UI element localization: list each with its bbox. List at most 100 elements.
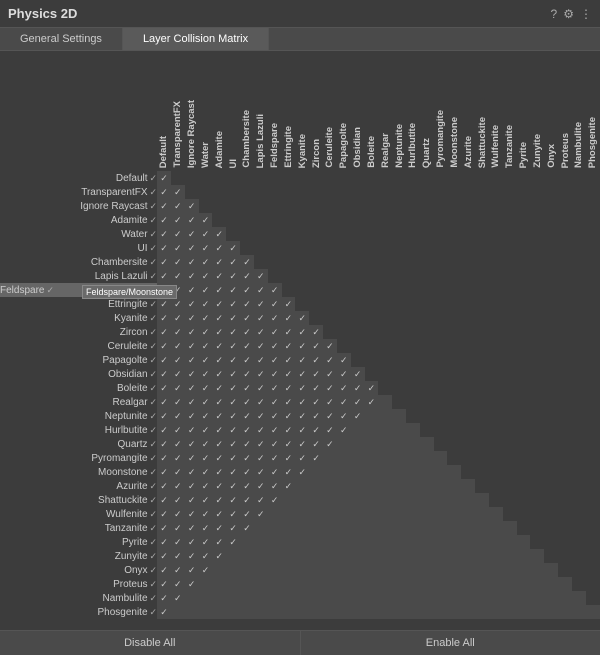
cell-28-2[interactable] [185,563,199,577]
cell-28-3[interactable] [199,563,213,577]
cell-21-1[interactable] [171,465,185,479]
cell-27-8[interactable] [268,549,282,563]
cell-28-27[interactable] [530,563,544,577]
cell-11-4[interactable] [212,325,226,339]
cell-19-2[interactable] [185,437,199,451]
cell-15-9[interactable] [282,381,296,395]
cell-21-19[interactable] [420,465,434,479]
cell-22-5[interactable] [226,479,240,493]
cell-25-19[interactable] [420,521,434,535]
cell-21-15[interactable] [365,465,379,479]
cell-2-1[interactable] [171,199,185,213]
cell-29-23[interactable] [475,577,489,591]
disable-all-button[interactable]: Disable All [0,631,301,655]
cell-12-5[interactable] [226,339,240,353]
cell-21-20[interactable] [434,465,448,479]
cell-31-4[interactable] [212,605,226,619]
cell-11-9[interactable] [282,325,296,339]
cell-19-10[interactable] [295,437,309,451]
cell-24-23[interactable] [475,507,489,521]
cell-14-10[interactable] [295,367,309,381]
cell-26-16[interactable] [378,535,392,549]
cell-23-19[interactable] [420,493,434,507]
cell-15-13[interactable] [337,381,351,395]
cell-20-18[interactable] [406,451,420,465]
cell-15-5[interactable] [226,381,240,395]
cell-28-8[interactable] [268,563,282,577]
cell-19-4[interactable] [212,437,226,451]
row-toggle-30[interactable]: ✓ [150,593,158,603]
cell-20-6[interactable] [240,451,254,465]
cell-10-10[interactable] [295,311,309,325]
cell-15-15[interactable] [365,381,379,395]
cell-24-14[interactable] [351,507,365,521]
cell-11-8[interactable] [268,325,282,339]
cell-7-4[interactable] [212,269,226,283]
cell-26-8[interactable] [268,535,282,549]
cell-24-4[interactable] [212,507,226,521]
cell-23-22[interactable] [461,493,475,507]
cell-28-25[interactable] [503,563,517,577]
cell-26-11[interactable] [309,535,323,549]
cell-30-28[interactable] [544,591,558,605]
cell-22-12[interactable] [323,479,337,493]
cell-10-4[interactable] [212,311,226,325]
cell-21-11[interactable] [309,465,323,479]
cell-23-12[interactable] [323,493,337,507]
cell-25-11[interactable] [309,521,323,535]
row-toggle-2[interactable]: ✓ [150,201,158,211]
cell-29-20[interactable] [434,577,448,591]
cell-18-17[interactable] [392,423,406,437]
cell-30-10[interactable] [295,591,309,605]
cell-22-7[interactable] [254,479,268,493]
cell-16-7[interactable] [254,395,268,409]
cell-18-7[interactable] [254,423,268,437]
cell-28-0[interactable] [157,563,171,577]
settings-icon[interactable]: ⚙ [563,7,574,21]
cell-31-6[interactable] [240,605,254,619]
cell-25-1[interactable] [171,521,185,535]
cell-31-0[interactable] [157,605,171,619]
cell-30-17[interactable] [392,591,406,605]
cell-15-4[interactable] [212,381,226,395]
cell-24-22[interactable] [461,507,475,521]
cell-10-9[interactable] [282,311,296,325]
row-toggle-15[interactable]: ✓ [150,383,158,393]
cell-21-8[interactable] [268,465,282,479]
cell-28-16[interactable] [378,563,392,577]
cell-16-16[interactable] [378,395,392,409]
cell-20-11[interactable] [309,451,323,465]
cell-24-17[interactable] [392,507,406,521]
cell-16-10[interactable] [295,395,309,409]
cell-24-7[interactable] [254,507,268,521]
cell-27-23[interactable] [475,549,489,563]
cell-27-17[interactable] [392,549,406,563]
cell-20-0[interactable] [157,451,171,465]
row-toggle-29[interactable]: ✓ [150,579,158,589]
row-toggle-11[interactable]: ✓ [150,327,158,337]
cell-4-1[interactable] [171,227,185,241]
cell-21-6[interactable] [240,465,254,479]
cell-26-21[interactable] [447,535,461,549]
cell-16-4[interactable] [212,395,226,409]
cell-27-21[interactable] [447,549,461,563]
row-toggle-10[interactable]: ✓ [150,313,158,323]
cell-20-3[interactable] [199,451,213,465]
cell-6-1[interactable] [171,255,185,269]
cell-27-9[interactable] [282,549,296,563]
cell-25-15[interactable] [365,521,379,535]
cell-3-3[interactable] [199,213,213,227]
cell-19-11[interactable] [309,437,323,451]
cell-23-13[interactable] [337,493,351,507]
cell-17-17[interactable] [392,409,406,423]
cell-27-14[interactable] [351,549,365,563]
cell-17-3[interactable] [199,409,213,423]
cell-27-1[interactable] [171,549,185,563]
cell-5-3[interactable] [199,241,213,255]
cell-11-6[interactable] [240,325,254,339]
cell-28-10[interactable] [295,563,309,577]
cell-28-7[interactable] [254,563,268,577]
cell-9-9[interactable] [282,297,296,311]
cell-29-11[interactable] [309,577,323,591]
cell-9-5[interactable] [226,297,240,311]
